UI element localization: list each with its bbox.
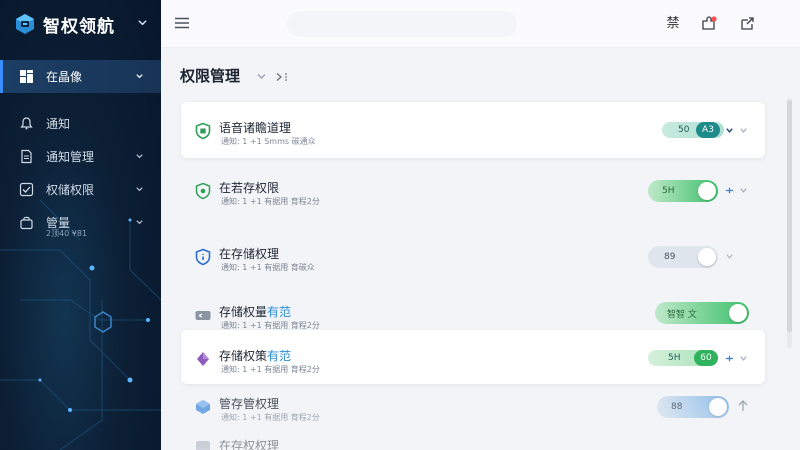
chevron-down-icon (136, 187, 143, 192)
toggle-text: 5H (662, 186, 675, 196)
shield-info-icon (195, 248, 211, 266)
diamond-icon (197, 352, 209, 366)
sidebar: 智权领航 在晶像 通知 通知管理 权储权限 管量 2顶40 ¥81 (0, 0, 161, 450)
cube-icon (196, 400, 210, 414)
document-icon (21, 149, 32, 164)
folder-icon (196, 441, 210, 450)
brand-logo-icon (16, 14, 34, 34)
topbar: 禁 (161, 0, 800, 48)
chevron-down-icon[interactable] (739, 126, 748, 135)
toggle-knob (729, 304, 747, 322)
permission-row[interactable]: 在存权权理 (181, 432, 765, 450)
row-meta: 通知: 1 +1 Smms 碳通众 (221, 137, 316, 146)
row-meta: 通知: 1 +1 有据用 育程2分 (221, 365, 320, 374)
sidebar-item-notify[interactable]: 通知 (0, 107, 161, 140)
brand-name: 智权领航 (43, 16, 115, 37)
permission-row[interactable]: 管存管权理 通知: 1 +1 有据用 育程2分 88 (181, 378, 765, 434)
shield-icon (195, 182, 211, 200)
row-meta: 通知: 1 +1 有据用 育程2分 (221, 197, 320, 206)
puzzle-icon[interactable] (700, 15, 718, 33)
sidebar-nav: 在晶像 通知 通知管理 权储权限 管量 2顶40 ¥81 (0, 60, 161, 239)
scrollbar-thumb[interactable] (787, 100, 792, 332)
row-title: 语音诸瞻道理 (219, 121, 292, 135)
permission-toggle[interactable]: 5H (648, 180, 718, 202)
row-title: 存储权策有范 (219, 349, 292, 363)
row-title-accent: 有范 (267, 305, 292, 319)
shield-check-icon (195, 122, 211, 140)
row-title: 在若存权限 (219, 181, 280, 195)
sidebar-item-label: 通知 (46, 117, 71, 131)
sidebar-item-management[interactable]: 管量 2顶40 ¥81 (0, 206, 161, 239)
row-title: 在存权权理 (219, 439, 280, 450)
menu-icon[interactable] (174, 15, 190, 31)
toggle-knob (698, 182, 716, 200)
row-meta: 通知: 1 +1 有据用 育程2分 (221, 413, 320, 422)
main-content: 权限管理 语音诸瞻道理 通知: 1 +1 Smms 碳通众 50 A3 在若存权… (161, 48, 800, 450)
chevron-down-icon (136, 220, 143, 225)
row-title: 管存管权理 (219, 397, 280, 411)
badge-left-text: 5H (668, 353, 681, 363)
permission-row[interactable]: 语音诸瞻道理 通知: 1 +1 Smms 碳通众 50 A3 (181, 102, 765, 158)
bag-icon (20, 216, 33, 230)
row-title-accent: 有范 (267, 349, 292, 363)
key-icon (195, 311, 211, 320)
sidebar-item-storage-permission[interactable]: 权储权限 (0, 173, 161, 206)
chevron-down-icon[interactable] (725, 252, 734, 261)
toggle-text: 89 (664, 252, 676, 262)
sidebar-item-notify-manage[interactable]: 通知管理 (0, 140, 161, 173)
permission-row[interactable]: 存储权策有范 通知: 1 +1 有据用 育程2分 5H 60 (181, 330, 765, 384)
permission-row[interactable]: 在若存权限 通知: 1 +1 有据用 育程2分 5H (181, 162, 765, 218)
topbar-action-text[interactable]: 禁 (664, 15, 682, 33)
chevron-down-icon (136, 154, 143, 159)
checkbox-icon (19, 182, 34, 197)
chevron-down-icon[interactable] (739, 186, 748, 195)
toggle-knob (698, 248, 716, 266)
badge-left-text: 50 (678, 125, 690, 135)
sort-icon[interactable] (737, 400, 749, 412)
brand[interactable]: 智权领航 (14, 8, 115, 40)
dashboard-icon (20, 70, 33, 83)
chevron-down-icon[interactable] (725, 126, 734, 135)
permission-toggle[interactable]: 智智 文 (655, 302, 749, 324)
export-icon[interactable] (738, 15, 756, 33)
pin-icon[interactable] (725, 186, 734, 195)
permission-toggle[interactable]: 88 (657, 396, 729, 418)
permission-row[interactable]: 在存储权理 通知: 1 +1 有据用 育碳众 89 (181, 228, 765, 284)
row-title: 存储权量有范 (219, 305, 292, 319)
permission-toggle[interactable]: 89 (648, 246, 718, 268)
bell-icon (20, 117, 33, 130)
badge-right-text: 60 (694, 350, 718, 366)
toggle-knob (709, 398, 727, 416)
toggle-text: 智智 文 (667, 309, 697, 320)
title-controls-icon[interactable] (256, 71, 296, 83)
row-title: 在存储权理 (219, 247, 280, 261)
sidebar-item-label: 在晶像 (46, 70, 83, 84)
row-meta: 通知: 1 +1 有据用 育碳众 (221, 263, 315, 272)
sidebar-item-label: 通知管理 (46, 150, 95, 164)
sidebar-item-dashboard[interactable]: 在晶像 (0, 60, 161, 93)
chevron-down-icon[interactable] (739, 354, 748, 363)
sidebar-item-sublabel: 2顶40 ¥81 (46, 229, 88, 238)
status-badge[interactable]: 50 A3 (662, 122, 724, 138)
page-title: 权限管理 (180, 67, 241, 85)
sidebar-item-label: 权储权限 (46, 183, 95, 197)
badge-right-text: A3 (696, 122, 720, 138)
toggle-text: 88 (671, 402, 683, 412)
status-badge[interactable]: 5H 60 (648, 350, 718, 366)
pin-icon[interactable] (725, 354, 734, 363)
chevron-down-icon (136, 74, 143, 79)
chevron-down-icon[interactable] (138, 18, 147, 27)
search-bar[interactable] (287, 11, 517, 37)
